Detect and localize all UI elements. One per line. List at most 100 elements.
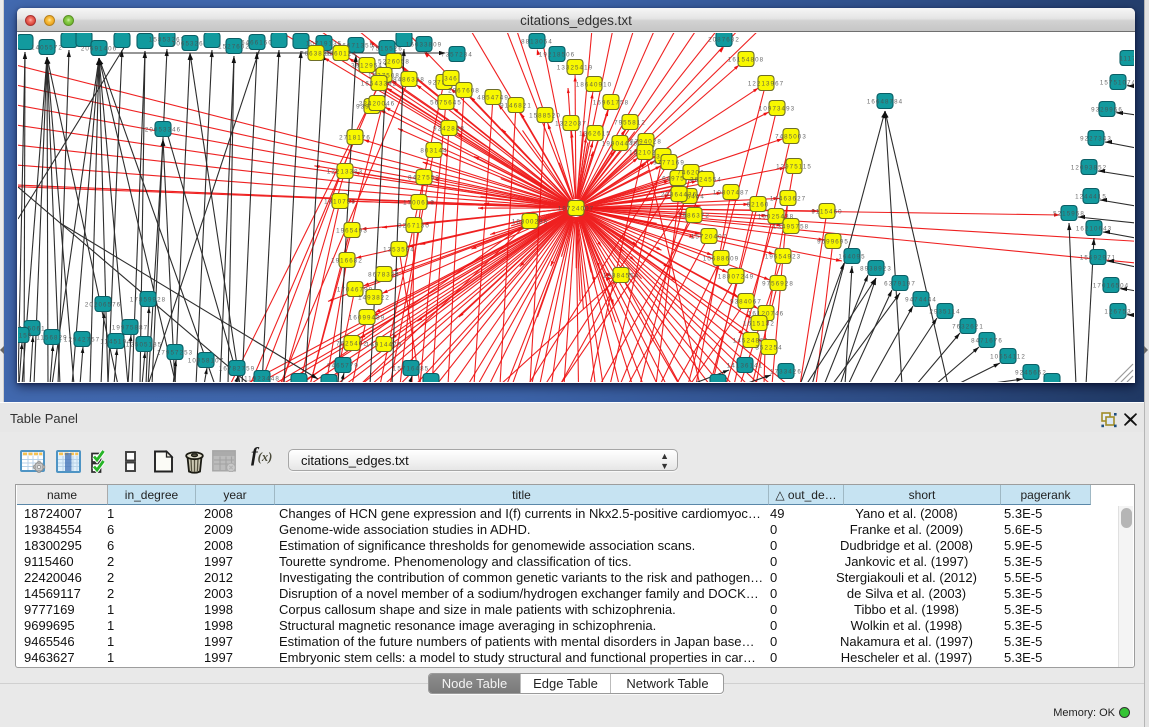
svg-text:12213967: 12213967 bbox=[748, 81, 784, 88]
svg-text:20691406: 20691406 bbox=[81, 46, 117, 53]
svg-text:16543392: 16543392 bbox=[361, 81, 397, 88]
svg-text:12942757: 12942757 bbox=[64, 337, 100, 344]
svg-text:14136141: 14136141 bbox=[727, 363, 763, 370]
svg-text:12975115: 12975115 bbox=[776, 164, 812, 171]
svg-text:1700619: 1700619 bbox=[403, 200, 435, 207]
svg-text:16782759: 16782759 bbox=[219, 366, 255, 373]
svg-text:7357234: 7357234 bbox=[441, 52, 473, 59]
svg-text:22420046: 22420046 bbox=[359, 101, 395, 108]
svg-text:10973493: 10973493 bbox=[759, 106, 795, 113]
svg-text:8486328: 8486328 bbox=[393, 77, 425, 84]
svg-text:19654923: 19654923 bbox=[765, 254, 801, 261]
svg-text:10958107: 10958107 bbox=[188, 358, 224, 365]
svg-text:9465779: 9465779 bbox=[327, 363, 359, 370]
svg-text:5215958: 5215958 bbox=[1053, 211, 1085, 218]
svg-text:164095: 164095 bbox=[838, 254, 865, 261]
svg-text:9146821: 9146821 bbox=[500, 103, 532, 110]
svg-text:7485003: 7485003 bbox=[775, 134, 807, 141]
svg-text:9242848: 9242848 bbox=[433, 126, 465, 133]
svg-text:1733426: 1733426 bbox=[770, 369, 802, 376]
svg-text:9384067: 9384067 bbox=[730, 299, 762, 306]
svg-text:12505135: 12505135 bbox=[126, 342, 162, 349]
svg-text:5226058: 5226058 bbox=[378, 59, 410, 66]
svg-text:10807487: 10807487 bbox=[713, 190, 749, 197]
svg-text:16099489: 16099489 bbox=[349, 315, 385, 322]
svg-text:3267130: 3267130 bbox=[398, 223, 430, 230]
svg-text:3624554: 3624554 bbox=[690, 177, 722, 184]
svg-text:1405572: 1405572 bbox=[31, 45, 63, 52]
svg-text:15720407: 15720407 bbox=[691, 234, 727, 241]
svg-text:17016504: 17016504 bbox=[1093, 283, 1129, 290]
svg-text:13495758: 13495758 bbox=[773, 224, 809, 231]
svg-text:18300295: 18300295 bbox=[512, 219, 548, 226]
svg-text:18640910: 18640910 bbox=[576, 82, 612, 89]
svg-text:1493822: 1493822 bbox=[358, 295, 390, 302]
svg-text:6379197: 6379197 bbox=[884, 281, 916, 288]
svg-text:8813054: 8813054 bbox=[521, 39, 553, 46]
svg-text:12213383: 12213383 bbox=[327, 169, 363, 176]
svg-text:20053346: 20053346 bbox=[145, 127, 181, 134]
svg-text:17859928: 17859928 bbox=[130, 297, 166, 304]
svg-text:16648784: 16648784 bbox=[867, 99, 903, 106]
svg-text:11923448: 11923448 bbox=[244, 376, 280, 383]
svg-text:7625402: 7625402 bbox=[336, 341, 368, 348]
svg-text:16961758: 16961758 bbox=[593, 100, 629, 107]
svg-text:62160: 62160 bbox=[747, 202, 770, 209]
svg-text:10654112: 10654112 bbox=[990, 354, 1026, 361]
svg-text:2087682: 2087682 bbox=[708, 37, 740, 44]
svg-text:18807249: 18807249 bbox=[718, 274, 754, 281]
svg-text:1610755: 1610755 bbox=[324, 199, 356, 206]
svg-text:1244415: 1244415 bbox=[1075, 194, 1107, 201]
svg-text:16914479: 16914479 bbox=[366, 342, 402, 349]
svg-text:15751074: 15751074 bbox=[1100, 80, 1134, 87]
svg-text:8471676: 8471676 bbox=[971, 338, 1003, 345]
svg-text:10688609: 10688609 bbox=[703, 256, 739, 263]
svg-text:1117: 1117 bbox=[1119, 56, 1134, 63]
svg-text:16154808: 16154808 bbox=[728, 57, 764, 64]
svg-text:12093852: 12093852 bbox=[1071, 165, 1107, 172]
svg-text:20206576: 20206576 bbox=[85, 302, 121, 309]
svg-text:16033809: 16033809 bbox=[406, 42, 442, 49]
svg-text:16210643: 16210643 bbox=[1076, 226, 1112, 233]
svg-text:2935114: 2935114 bbox=[929, 309, 960, 316]
svg-text:9227343: 9227343 bbox=[1080, 136, 1112, 143]
svg-text:19975887: 19975887 bbox=[112, 325, 148, 332]
svg-text:20364436: 20364436 bbox=[661, 192, 697, 199]
svg-text:4854749: 4854749 bbox=[477, 95, 509, 102]
svg-text:9115460: 9115460 bbox=[811, 209, 842, 216]
svg-text:2967608: 2967608 bbox=[448, 88, 480, 95]
svg-text:7986372: 7986372 bbox=[678, 213, 710, 220]
svg-text:9245652: 9245652 bbox=[1015, 370, 1047, 377]
svg-text:19384554: 19384554 bbox=[603, 273, 639, 280]
svg-text:10653267: 10653267 bbox=[172, 41, 208, 48]
svg-text:5675645: 5675645 bbox=[430, 100, 462, 107]
svg-text:8427552: 8427552 bbox=[408, 175, 440, 182]
svg-text:17957253: 17957253 bbox=[157, 350, 193, 357]
svg-text:9329966: 9329966 bbox=[1091, 107, 1123, 114]
svg-text:1322037: 1322037 bbox=[555, 121, 587, 128]
svg-text:7955812: 7955812 bbox=[614, 120, 646, 127]
svg-text:2718176: 2718176 bbox=[339, 135, 371, 142]
svg-text:39159: 39159 bbox=[18, 333, 32, 340]
svg-text:1916682: 1916682 bbox=[331, 258, 363, 265]
svg-text:7632621: 7632621 bbox=[952, 324, 984, 331]
svg-text:9474444: 9474444 bbox=[905, 297, 937, 304]
svg-text:13325419: 13325419 bbox=[557, 65, 593, 72]
svg-text:14463627: 14463627 bbox=[770, 196, 806, 203]
svg-text:352254: 352254 bbox=[755, 345, 782, 352]
svg-text:15692971: 15692971 bbox=[1080, 255, 1116, 262]
svg-text:126753: 126753 bbox=[1104, 309, 1131, 316]
svg-text:9756928: 9756928 bbox=[762, 281, 794, 288]
svg-text:1362615: 1362615 bbox=[579, 131, 611, 138]
svg-text:18724007: 18724007 bbox=[558, 206, 594, 213]
svg-text:8938923: 8938923 bbox=[860, 266, 892, 273]
svg-text:8678334: 8678334 bbox=[368, 272, 400, 279]
svg-text:1615132: 1615132 bbox=[743, 321, 775, 328]
svg-text:1353594: 1353594 bbox=[383, 247, 415, 254]
svg-text:9699695: 9699695 bbox=[817, 239, 849, 246]
svg-text:1588520: 1588520 bbox=[529, 113, 561, 120]
svg-text:9777169: 9777169 bbox=[653, 160, 685, 167]
svg-text:8860124: 8860124 bbox=[325, 51, 357, 58]
svg-text:803144: 803144 bbox=[420, 148, 447, 155]
svg-text:1965493: 1965493 bbox=[336, 228, 368, 235]
